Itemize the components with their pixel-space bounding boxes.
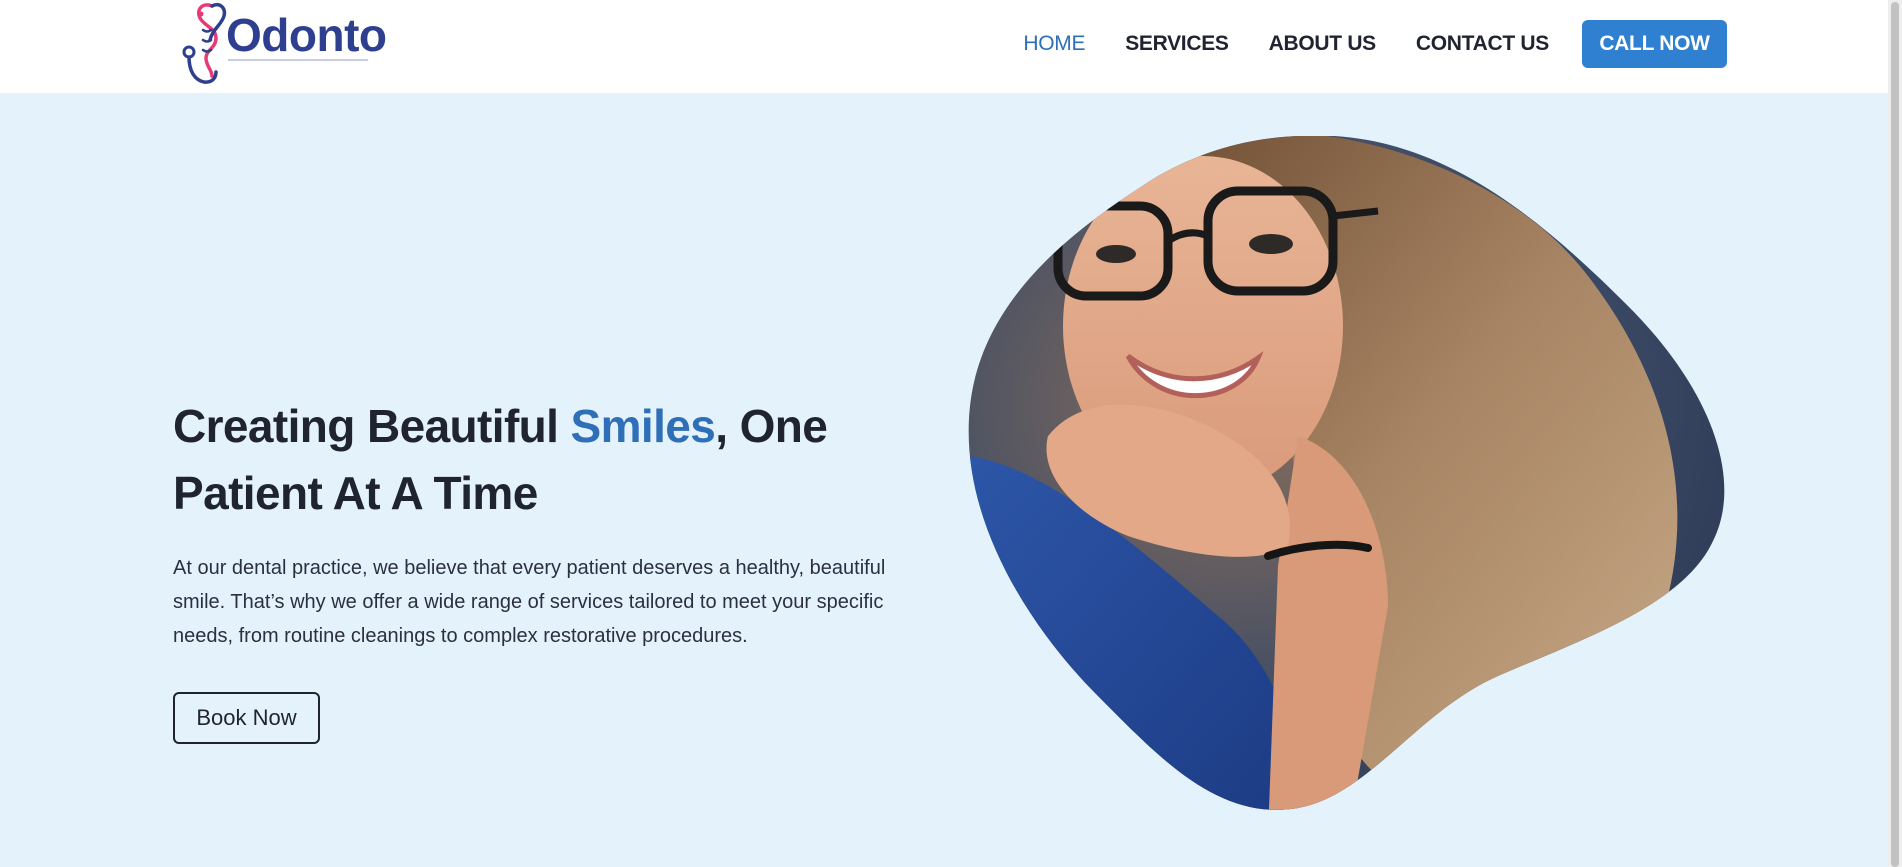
hero-title-accent: Smiles [570, 400, 716, 452]
call-now-button[interactable]: CALL NOW [1582, 20, 1727, 68]
scrollbar-thumb[interactable] [1891, 2, 1899, 867]
main-nav: HOME SERVICES ABOUT US CONTACT US CALL N… [983, 20, 1727, 68]
hero-title: Creating Beautiful Smiles, One Patient A… [173, 393, 853, 527]
page-scrollbar[interactable] [1888, 0, 1902, 867]
nav-contact-us[interactable]: CONTACT US [1416, 32, 1549, 56]
smiling-woman-with-glasses-photo [968, 136, 1725, 810]
nav-about-us[interactable]: ABOUT US [1269, 32, 1377, 56]
site-header: Odonto HOME SERVICES ABOUT US CONTACT US… [0, 0, 1902, 93]
brand-name: Odonto [226, 9, 387, 61]
stethoscope-tooth-icon [182, 3, 227, 84]
book-now-button[interactable]: Book Now [173, 692, 320, 744]
brand-underline [228, 59, 368, 61]
hero-title-part1: Creating Beautiful [173, 400, 571, 452]
hero-description: At our dental practice, we believe that … [173, 557, 886, 647]
nav-services[interactable]: SERVICES [1125, 32, 1229, 56]
brand-logo[interactable]: Odonto [176, 0, 396, 88]
nav-home[interactable]: HOME [1023, 32, 1085, 56]
